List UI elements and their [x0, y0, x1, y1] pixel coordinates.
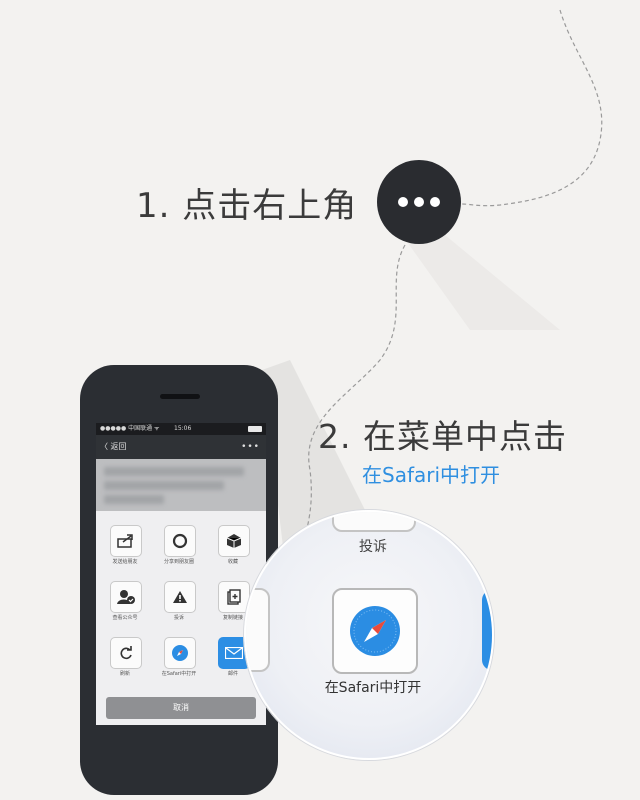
magnified-complain-label: 投诉: [359, 539, 387, 555]
share-icon: [117, 534, 133, 548]
dot-icon: [430, 197, 440, 207]
menu-item-view-account[interactable]: [110, 581, 142, 613]
step1-instruction: 1. 点击右上角: [136, 186, 358, 226]
menu-item-refresh[interactable]: [110, 637, 142, 669]
menu-label: 刷新: [119, 671, 130, 677]
status-bar: ●●●●● 中国联通 ᯤ 15:06: [96, 423, 266, 435]
menu-label: 查看公众号: [112, 615, 138, 621]
dashed-path-top: [461, 9, 603, 207]
more-icon[interactable]: •••: [241, 435, 260, 459]
magnified-left-tile: [246, 588, 270, 672]
menu-item-complain[interactable]: [164, 581, 196, 613]
safari-icon: [350, 606, 400, 656]
blurred-article: [96, 459, 266, 511]
menu-label: 发送给朋友: [112, 559, 138, 565]
menu-label: 收藏: [227, 559, 238, 565]
phone-speaker: [160, 394, 200, 399]
favorite-box-icon: [226, 534, 242, 548]
menu-label: 在Safari中打开: [161, 671, 197, 677]
nav-bar: 〈 返回 •••: [96, 435, 266, 459]
carrier-label: ●●●●● 中国联通 ᯤ: [100, 425, 160, 432]
phone-screen: ●●●●● 中国联通 ᯤ 15:06 〈 返回 ••• 发送给朋友 分享到朋友圈…: [96, 423, 266, 725]
back-button[interactable]: 〈 返回: [100, 435, 127, 459]
menu-label: 分享到朋友圈: [163, 559, 194, 565]
battery-icon: [248, 426, 262, 432]
magnified-safari-tile[interactable]: [332, 588, 418, 674]
cancel-button[interactable]: 取消: [106, 697, 256, 719]
dot-icon: [414, 197, 424, 207]
refresh-icon: [120, 646, 132, 660]
safari-icon: [172, 645, 188, 661]
magnifier-lens: 投诉 在Safari中打开: [244, 510, 494, 760]
step2-instruction: 2. 在菜单中点击: [318, 417, 567, 456]
official-account-icon: [117, 590, 135, 604]
more-options-button[interactable]: [377, 160, 461, 244]
moments-icon: [172, 533, 188, 549]
magnified-safari-label: 在Safari中打开: [324, 680, 422, 696]
menu-item-share-moments[interactable]: [164, 525, 196, 557]
clock-label: 15:06: [174, 425, 192, 432]
menu-label: 投诉: [173, 615, 184, 621]
menu-item-open-in-safari[interactable]: [164, 637, 196, 669]
dot-icon: [398, 197, 408, 207]
copy-link-icon: [227, 589, 241, 605]
mail-icon: [225, 647, 243, 659]
magnified-complain-tile: [332, 512, 416, 532]
menu-item-favorite[interactable]: [218, 525, 250, 557]
menu-item-send-to-friend[interactable]: [110, 525, 142, 557]
share-sheet: 发送给朋友 分享到朋友圈 收藏 查看公众号 投诉 复制链接 刷新 在Safari…: [96, 511, 266, 725]
warning-icon: [173, 591, 187, 603]
step2-subtext: 在Safari中打开: [362, 463, 501, 487]
